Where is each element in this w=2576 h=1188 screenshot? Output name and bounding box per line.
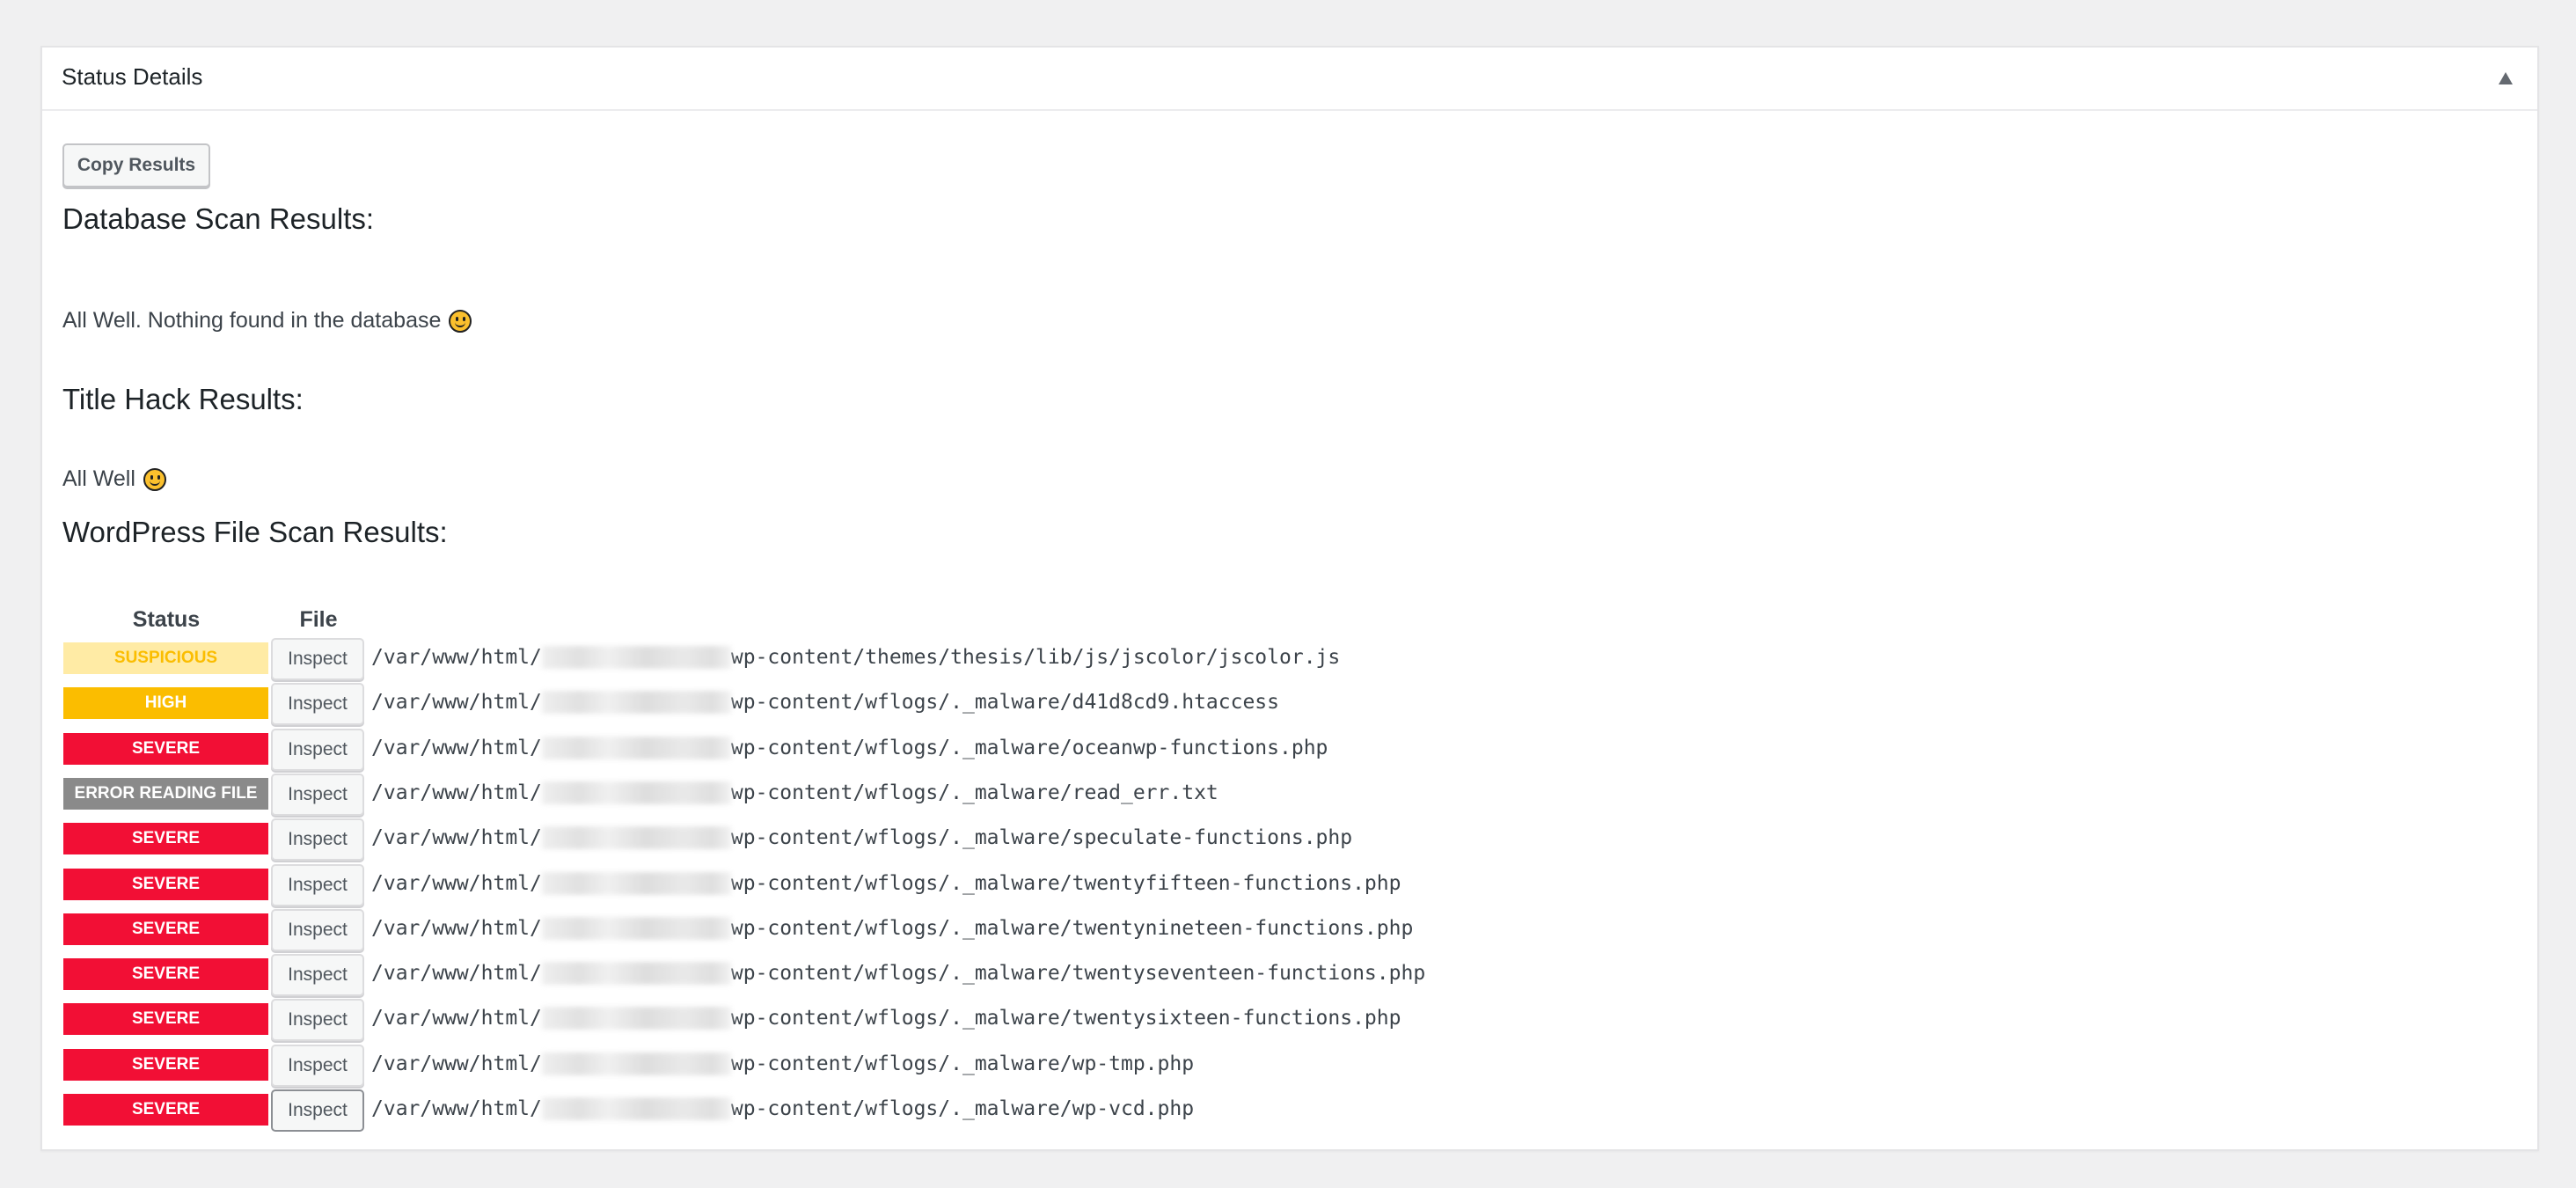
status-badge: SEVERE	[63, 913, 268, 945]
status-badge: SEVERE	[63, 1094, 268, 1126]
file-path-relative: wp-content/wflogs/._malware/twentyninete…	[730, 916, 1414, 940]
status-badge: SEVERE	[63, 958, 268, 991]
file-path-prefix: /var/www/html/	[371, 736, 542, 759]
file-path-relative: wp-content/wflogs/._malware/d41d8cd9.hta…	[730, 691, 1279, 715]
title-hack-heading: Title Hack Results:	[62, 383, 304, 415]
file-path-relative: wp-content/themes/thesis/lib/js/jscolor/…	[730, 646, 1341, 669]
table-row: SEVERE Inspect/var/www/html/wp-content/wf…	[63, 1044, 1823, 1089]
redacted-path-segment	[541, 916, 731, 940]
file-path: /var/www/html/wp-content/wflogs/._malwar…	[371, 736, 1328, 759]
file-path: /var/www/html/wp-content/wflogs/._malwar…	[371, 962, 1426, 986]
status-badge: SEVERE	[63, 868, 268, 900]
file-path-prefix: /var/www/html/	[371, 871, 542, 895]
file-path-relative: wp-content/wflogs/._malware/twentysevent…	[730, 962, 1426, 986]
file-path-prefix: /var/www/html/	[371, 826, 542, 850]
file-path-relative: wp-content/wflogs/._malware/read_err.txt	[730, 781, 1218, 804]
file-path-relative: wp-content/wflogs/._malware/twentyfiftee…	[730, 871, 1401, 895]
file-path-relative: wp-content/wflogs/._malware/wp-tmp.php	[730, 1052, 1195, 1075]
status-details-panel: Status Details Copy Results Database Sca…	[40, 46, 2539, 1151]
panel-header[interactable]: Status Details	[42, 48, 2537, 111]
redacted-path-segment	[541, 1097, 731, 1120]
redacted-path-segment	[541, 646, 731, 669]
file-path: /var/www/html/wp-content/wflogs/._malwar…	[371, 781, 1218, 804]
status-badge: HIGH	[63, 687, 268, 720]
table-row: SEVERE Inspect/var/www/html/wp-content/wf…	[63, 954, 1823, 998]
file-scan-heading: WordPress File Scan Results:	[62, 516, 448, 548]
inspect-button[interactable]: Inspect	[271, 638, 364, 680]
smiley-icon	[143, 467, 166, 491]
inspect-button[interactable]: Inspect	[271, 1044, 364, 1087]
file-path-relative: wp-content/wflogs/._malware/twentysixtee…	[730, 1007, 1401, 1030]
redacted-path-segment	[541, 691, 731, 715]
redacted-path-segment	[541, 1052, 731, 1075]
redacted-path-segment	[541, 962, 731, 986]
file-path-prefix: /var/www/html/	[371, 962, 542, 986]
redacted-path-segment	[541, 736, 731, 759]
inspect-button[interactable]: Inspect	[271, 954, 364, 997]
inspect-button[interactable]: Inspect	[271, 728, 364, 771]
table-row: SEVERE Inspect/var/www/html/wp-content/wf…	[63, 999, 1823, 1043]
table-row: SEVERE Inspect/var/www/html/wp-content/wf…	[63, 863, 1823, 908]
copy-results-button[interactable]: Copy Results	[62, 143, 210, 187]
inspect-button[interactable]: Inspect	[271, 999, 364, 1042]
redacted-path-segment	[541, 871, 731, 895]
file-path-relative: wp-content/wflogs/._malware/oceanwp-func…	[730, 736, 1328, 759]
file-path-prefix: /var/www/html/	[371, 646, 542, 669]
inspect-button[interactable]: Inspect	[271, 683, 364, 726]
file-path: /var/www/html/wp-content/wflogs/._malwar…	[371, 691, 1279, 715]
file-path-prefix: /var/www/html/	[371, 691, 542, 715]
file-path-prefix: /var/www/html/	[371, 781, 542, 804]
column-header-file: File	[299, 607, 338, 632]
redacted-path-segment	[541, 781, 731, 804]
status-badge: SEVERE	[63, 823, 268, 855]
table-row: ERROR READING FILE Inspect/var/www/html/w…	[63, 773, 1823, 818]
file-path-prefix: /var/www/html/	[371, 1097, 542, 1120]
file-path: /var/www/html/wp-content/wflogs/._malwar…	[371, 826, 1353, 850]
status-badge: ERROR READING FILE	[63, 777, 268, 810]
inspect-button[interactable]: Inspect	[271, 1089, 364, 1132]
file-path-relative: wp-content/wflogs/._malware/speculate-fu…	[730, 826, 1353, 850]
status-badge: SUSPICIOUS	[63, 642, 268, 674]
file-path: /var/www/html/wp-content/wflogs/._malwar…	[371, 1007, 1401, 1030]
file-path: /var/www/html/wp-content/themes/thesis/l…	[371, 646, 1340, 669]
database-scan-heading: Database Scan Results:	[62, 202, 375, 235]
status-badge: SEVERE	[63, 732, 268, 765]
database-scan-message: All Well. Nothing found in the database	[62, 308, 472, 334]
collapse-triangle-icon[interactable]	[2499, 72, 2513, 84]
table-row: SEVERE Inspect/var/www/html/wp-content/wf…	[63, 818, 1823, 862]
title-hack-message-text: All Well	[62, 466, 135, 491]
table-row: SEVERE Inspect/var/www/html/wp-content/wf…	[63, 1089, 1823, 1133]
inspect-button[interactable]: Inspect	[271, 908, 364, 951]
table-row: SUSPICIOUS Inspect/var/www/html/wp-conten…	[63, 638, 1823, 682]
database-scan-message-text: All Well. Nothing found in the database	[62, 308, 442, 333]
file-path: /var/www/html/wp-content/wflogs/._malwar…	[371, 871, 1401, 895]
file-path: /var/www/html/wp-content/wflogs/._malwar…	[371, 1097, 1194, 1120]
title-hack-message: All Well	[62, 466, 166, 492]
inspect-button[interactable]: Inspect	[271, 818, 364, 862]
table-row: HIGH Inspect/var/www/html/wp-content/wflo…	[63, 683, 1823, 727]
smiley-icon	[449, 309, 472, 333]
table-row: SEVERE Inspect/var/www/html/wp-content/wf…	[63, 728, 1823, 773]
inspect-button[interactable]: Inspect	[271, 863, 364, 906]
status-badge: SEVERE	[63, 1003, 268, 1036]
status-badge: SEVERE	[63, 1048, 268, 1081]
file-path-prefix: /var/www/html/	[371, 1007, 542, 1030]
panel-title: Status Details	[62, 63, 203, 90]
file-path-prefix: /var/www/html/	[371, 916, 542, 940]
redacted-path-segment	[541, 1007, 731, 1030]
file-path-relative: wp-content/wflogs/._malware/wp-vcd.php	[730, 1097, 1195, 1120]
inspect-button[interactable]: Inspect	[271, 773, 364, 816]
table-row: SEVERE Inspect/var/www/html/wp-content/wf…	[63, 908, 1823, 953]
column-header-status: Status	[132, 607, 201, 632]
redacted-path-segment	[541, 826, 731, 850]
file-path: /var/www/html/wp-content/wflogs/._malwar…	[371, 916, 1414, 940]
file-path-prefix: /var/www/html/	[371, 1052, 542, 1075]
file-path: /var/www/html/wp-content/wflogs/._malwar…	[371, 1052, 1194, 1075]
